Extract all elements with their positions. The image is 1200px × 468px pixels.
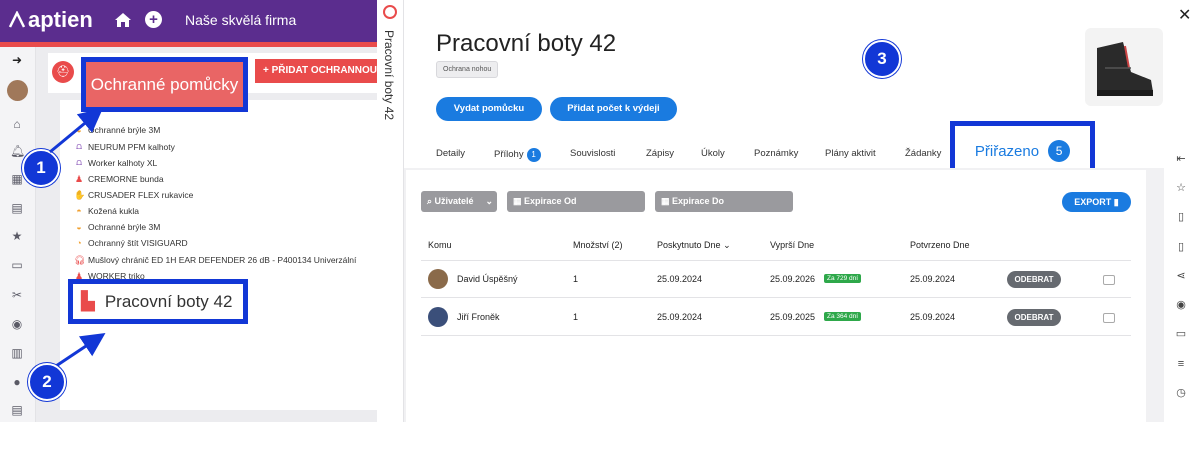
tab-6[interactable]: Plány aktivit (825, 148, 876, 159)
expiration-to-label: Expirace Do (672, 196, 725, 206)
header-divider (421, 260, 1131, 261)
tab-assigned-label: Přiřazeno (974, 142, 1040, 160)
users-filter[interactable]: ⌕ Uživatelé ⌄ (421, 191, 497, 212)
settings-sliders-icon[interactable]: ≡ (1174, 357, 1188, 371)
tab-badge: 1 (526, 148, 541, 162)
issue-item-button[interactable]: Vydat pomůcku (436, 97, 542, 121)
tab-5[interactable]: Poznámky (754, 148, 798, 159)
col-header-expires[interactable]: Vyprší Dne (770, 240, 814, 250)
export-button[interactable]: EXPORT ▮ (1062, 192, 1131, 212)
remaining-days-badge: Za 729 dní (824, 274, 862, 283)
tab-2[interactable]: Souvislosti (570, 148, 615, 159)
col-header-recipient[interactable]: Komu (428, 240, 452, 250)
selected-item-callout[interactable]: ▙ Pracovní boty 42 (68, 279, 248, 324)
tab-label: Úkoly (701, 148, 725, 159)
col-header-confirmed[interactable]: Potvrzeno Dne (910, 240, 970, 250)
users-filter-label: Uživatelé (434, 196, 474, 206)
recipient-name[interactable]: David Úspěšný (457, 274, 518, 284)
tab-0[interactable]: Detaily (436, 148, 465, 159)
tab-assigned-count: 5 (1048, 140, 1071, 162)
share-icon[interactable]: ⋖ (1174, 269, 1188, 283)
avatar (428, 269, 448, 289)
export-file-icon: ▮ (1113, 197, 1119, 207)
remaining-days-badge: Za 364 dní (824, 312, 862, 321)
arrow-1 (49, 108, 103, 154)
col-header-given[interactable]: Poskytnuto Dne ⌄ (657, 240, 731, 251)
tab-label: Žádanky (905, 148, 942, 159)
boot-image (1097, 42, 1153, 96)
detail-side-title: Pracovní boty 42 (377, 0, 404, 422)
sort-chevron-icon: ⌄ (723, 240, 731, 250)
id-card-icon[interactable]: ▭ (1174, 327, 1188, 341)
page-title: Pracovní boty 42 (436, 30, 617, 57)
recipient-name[interactable]: Jiří Froněk (457, 312, 500, 322)
quantity-cell: 1 (573, 274, 579, 284)
avatar (428, 307, 448, 327)
lifebuoy-icon (383, 5, 397, 19)
tab-1[interactable]: Přílohy 1 (494, 148, 541, 162)
expiry-date-cell: 25.09.2025 (770, 312, 816, 322)
category-tag: Ochrana nohou (436, 61, 499, 78)
chevron-down-icon: ⌄ (485, 196, 493, 206)
pdf-icon[interactable]: ▯ (1174, 240, 1188, 254)
export-label: EXPORT (1074, 197, 1112, 207)
confirmed-date-cell: 25.09.2024 (910, 274, 956, 284)
product-image (1085, 28, 1163, 106)
tab-label: Poznámky (754, 148, 799, 159)
search-icon: ⌕ (427, 196, 435, 206)
callout-number-2: 2 (28, 363, 66, 401)
tab-4[interactable]: Úkoly (701, 148, 725, 159)
confirmed-date-cell: 25.09.2024 (910, 312, 956, 322)
add-count-button[interactable]: Přidat počet k výdeji (550, 97, 677, 121)
printer-icon[interactable] (1103, 275, 1115, 285)
arrow-2 (55, 333, 106, 368)
row-divider (421, 297, 1131, 298)
tab-label: Přílohy (494, 149, 524, 160)
history-icon[interactable]: ◷ (1174, 386, 1188, 400)
tab-label: Zápisy (646, 148, 674, 159)
selected-item-label: Pracovní boty 42 (104, 291, 233, 311)
tab-3[interactable]: Zápisy (646, 148, 674, 159)
row-divider (421, 335, 1131, 336)
tab-7[interactable]: Žádanky (905, 148, 941, 159)
expiration-from-filter[interactable]: ▦ Expirace Od (507, 191, 645, 212)
col-header-quantity[interactable]: Množství (2) (573, 240, 623, 250)
expiration-to-filter[interactable]: ▦ Expirace Do (655, 191, 793, 212)
calendar-icon: ▦ (661, 196, 673, 206)
printer-icon[interactable] (1103, 313, 1115, 323)
boot-icon: ▙ (81, 291, 95, 311)
tab-label: Souvislosti (570, 148, 616, 159)
close-icon[interactable]: ✕ (1178, 5, 1191, 25)
calendar-icon: ▦ (513, 196, 525, 206)
back-arrow-icon[interactable]: ⇤ (1174, 152, 1188, 166)
vertical-item-title: Pracovní boty 42 (382, 30, 396, 121)
remove-button[interactable]: ODEBRAT (1007, 271, 1061, 288)
expiry-date-cell: 25.09.2026 (770, 274, 816, 284)
document-icon[interactable]: ▯ (1174, 210, 1188, 224)
callout-number-3: 3 (863, 40, 901, 78)
eye-icon[interactable]: ◉ (1174, 298, 1188, 312)
remove-button[interactable]: ODEBRAT (1007, 309, 1061, 326)
tab-label: Plány aktivit (825, 148, 876, 159)
given-date-cell: 25.09.2024 (657, 274, 703, 284)
tab-label: Detaily (436, 148, 466, 159)
quantity-cell: 1 (573, 312, 579, 322)
given-date-cell: 25.09.2024 (657, 312, 703, 322)
col-header-given-label: Poskytnuto Dne (657, 240, 721, 250)
expiration-from-label: Expirace Od (524, 196, 577, 206)
star-icon[interactable]: ☆ (1174, 181, 1188, 195)
